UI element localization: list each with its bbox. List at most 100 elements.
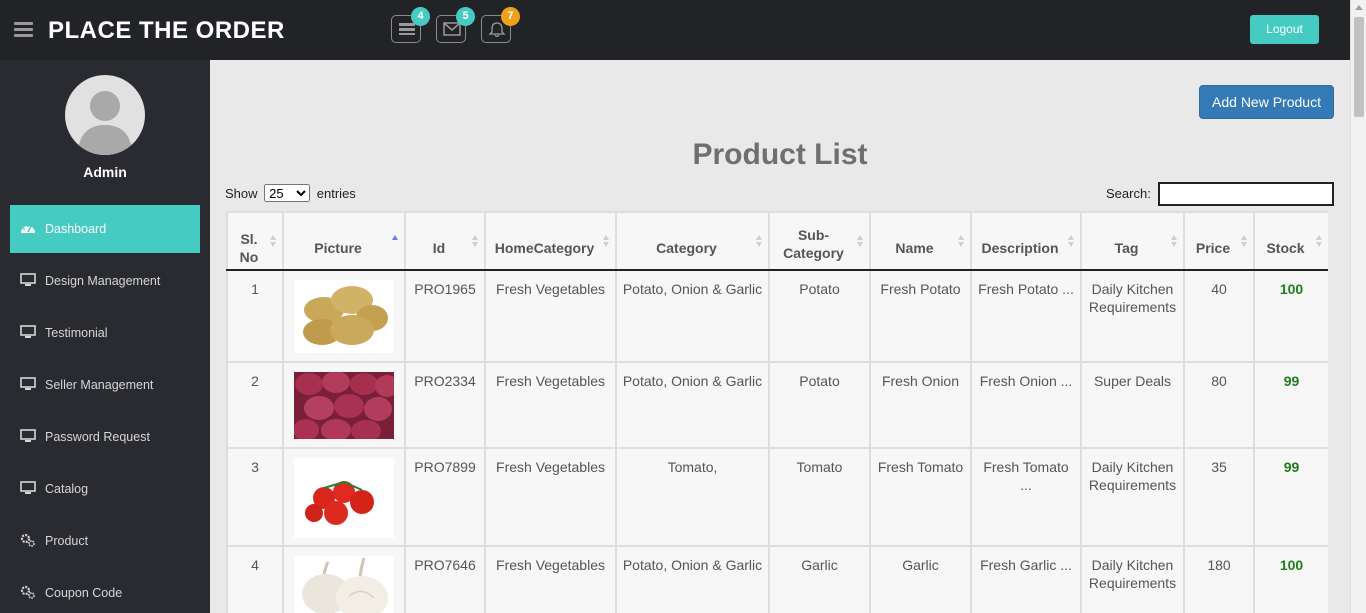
- monitor-icon: [20, 377, 36, 390]
- table-row[interactable]: 4 PRO7646 Fresh Vegetables Potato, Onion…: [226, 545, 1328, 613]
- user-name: Admin: [83, 164, 127, 180]
- monitor-icon: [20, 325, 36, 338]
- column-header-slno[interactable]: Sl. No: [226, 211, 284, 271]
- cell-homecategory: Fresh Vegetables: [484, 269, 617, 363]
- cell-description: Fresh Garlic ...: [970, 545, 1082, 613]
- onion-image: [294, 372, 394, 439]
- cell-subcategory: Garlic: [768, 545, 871, 613]
- app-title: PLACE THE ORDER: [48, 17, 285, 44]
- sidebar-item-coupon-code[interactable]: Coupon Code: [10, 569, 200, 613]
- gears-icon: [20, 533, 35, 547]
- sidebar-item-design-management[interactable]: Design Management: [10, 257, 200, 305]
- cell-picture: [282, 447, 406, 547]
- cell-name: Fresh Onion: [869, 361, 972, 449]
- sidebar-item-label: Catalog: [45, 482, 89, 496]
- scrollbar-thumb[interactable]: [1354, 17, 1364, 117]
- sidebar-item-label: Coupon Code: [45, 586, 123, 600]
- column-header-tag[interactable]: Tag: [1080, 211, 1185, 271]
- tomato-image: [294, 458, 394, 538]
- cell-price: 80: [1183, 361, 1255, 449]
- top-bar: PLACE THE ORDER 4 5 7 Logout: [0, 0, 1350, 60]
- cell-subcategory: Tomato: [768, 447, 871, 547]
- cell-homecategory: Fresh Vegetables: [484, 361, 617, 449]
- cell-picture: [282, 361, 406, 449]
- scroll-up-icon[interactable]: [1355, 5, 1363, 10]
- column-header-price[interactable]: Price: [1183, 211, 1255, 271]
- column-header-name[interactable]: Name: [869, 211, 972, 271]
- sidebar-item-catalog[interactable]: Catalog: [10, 465, 200, 513]
- column-header-picture[interactable]: Picture: [282, 211, 406, 271]
- column-header-homecategory[interactable]: HomeCategory: [484, 211, 617, 271]
- column-header-category[interactable]: Category: [615, 211, 770, 271]
- cell-tag: Daily Kitchen Requirements: [1080, 545, 1185, 613]
- sidebar-item-label: Seller Management: [45, 378, 154, 392]
- list-icon: [399, 23, 415, 35]
- sort-ascending-icon: [392, 235, 399, 247]
- cell-description: Fresh Onion ...: [970, 361, 1082, 449]
- gears-icon: [20, 585, 35, 599]
- messages-badge: 5: [456, 7, 475, 26]
- sidebar-item-password-request[interactable]: Password Request: [10, 413, 200, 461]
- cell-homecategory: Fresh Vegetables: [484, 545, 617, 613]
- tasks-badge: 4: [411, 7, 430, 26]
- sidebar-item-testimonial[interactable]: Testimonial: [10, 309, 200, 357]
- cell-description: Fresh Potato ...: [970, 269, 1082, 363]
- sidebar-item-seller-management[interactable]: Seller Management: [10, 361, 200, 409]
- column-header-id[interactable]: Id: [404, 211, 486, 271]
- entries-select[interactable]: 25: [264, 184, 311, 202]
- product-table: Sl. No Picture Id HomeCategory Category …: [226, 211, 1328, 613]
- column-header-subcategory[interactable]: Sub-Category: [768, 211, 871, 271]
- tasks-button[interactable]: 4: [391, 7, 430, 43]
- cell-stock: 100: [1253, 269, 1328, 363]
- search-input[interactable]: [1158, 182, 1334, 206]
- cell-price: 40: [1183, 269, 1255, 363]
- sidebar-item-label: Password Request: [45, 430, 150, 444]
- cell-description: Fresh Tomato ...: [970, 447, 1082, 547]
- show-label: Show: [225, 186, 258, 201]
- cell-category: Potato, Onion & Garlic: [615, 545, 770, 613]
- messages-button[interactable]: 5: [436, 7, 475, 43]
- sidebar-item-label: Product: [45, 534, 89, 548]
- hamburger-menu-icon[interactable]: [14, 22, 33, 38]
- vertical-scrollbar[interactable]: [1350, 0, 1366, 613]
- monitor-icon: [20, 481, 36, 494]
- cell-name: Fresh Potato: [869, 269, 972, 363]
- cell-price: 180: [1183, 545, 1255, 613]
- bell-icon: [488, 22, 506, 38]
- cell-id: PRO1965: [404, 269, 486, 363]
- logout-button[interactable]: Logout: [1250, 15, 1319, 44]
- cell-stock: 99: [1253, 447, 1328, 547]
- cell-category: Tomato,: [615, 447, 770, 547]
- potato-image: [294, 280, 394, 353]
- cell-id: PRO2334: [404, 361, 486, 449]
- search-label: Search:: [1106, 186, 1151, 201]
- sidebar-item-label: Dashboard: [45, 222, 107, 236]
- user-silhouette-icon: [78, 91, 132, 155]
- garlic-image: [294, 556, 394, 613]
- cell-slno: 2: [226, 361, 284, 449]
- table-row[interactable]: 1 PRO1965 Fresh Vegetables Potato, Onion…: [226, 269, 1328, 363]
- cell-slno: 1: [226, 269, 284, 363]
- cell-homecategory: Fresh Vegetables: [484, 447, 617, 547]
- cell-tag: Daily Kitchen Requirements: [1080, 447, 1185, 547]
- column-header-stock[interactable]: Stock: [1253, 211, 1328, 271]
- sidebar: Admin Dashboard Design Management Testim…: [0, 60, 210, 613]
- monitor-icon: [20, 429, 36, 442]
- cell-slno: 3: [226, 447, 284, 547]
- sidebar-item-dashboard[interactable]: Dashboard: [10, 205, 200, 253]
- table-row[interactable]: 3 PRO7899 Fresh Vegetables Tomato, Tomat…: [226, 447, 1328, 547]
- cell-tag: Super Deals: [1080, 361, 1185, 449]
- table-row[interactable]: 2 PRO2334 Fresh Vegetables Potato, Onion…: [226, 361, 1328, 449]
- cell-slno: 4: [226, 545, 284, 613]
- table-header-row: Sl. No Picture Id HomeCategory Category …: [226, 211, 1328, 271]
- cell-stock: 100: [1253, 545, 1328, 613]
- cell-id: PRO7646: [404, 545, 486, 613]
- add-new-product-button[interactable]: Add New Product: [1199, 85, 1334, 119]
- sidebar-item-product[interactable]: Product: [10, 517, 200, 565]
- sidebar-item-label: Design Management: [45, 274, 161, 288]
- dashboard-icon: [21, 225, 35, 233]
- alerts-button[interactable]: 7: [481, 7, 520, 43]
- cell-tag: Daily Kitchen Requirements: [1080, 269, 1185, 363]
- column-header-description[interactable]: Description: [970, 211, 1082, 271]
- show-entries-control: Show 25 entries: [225, 184, 356, 202]
